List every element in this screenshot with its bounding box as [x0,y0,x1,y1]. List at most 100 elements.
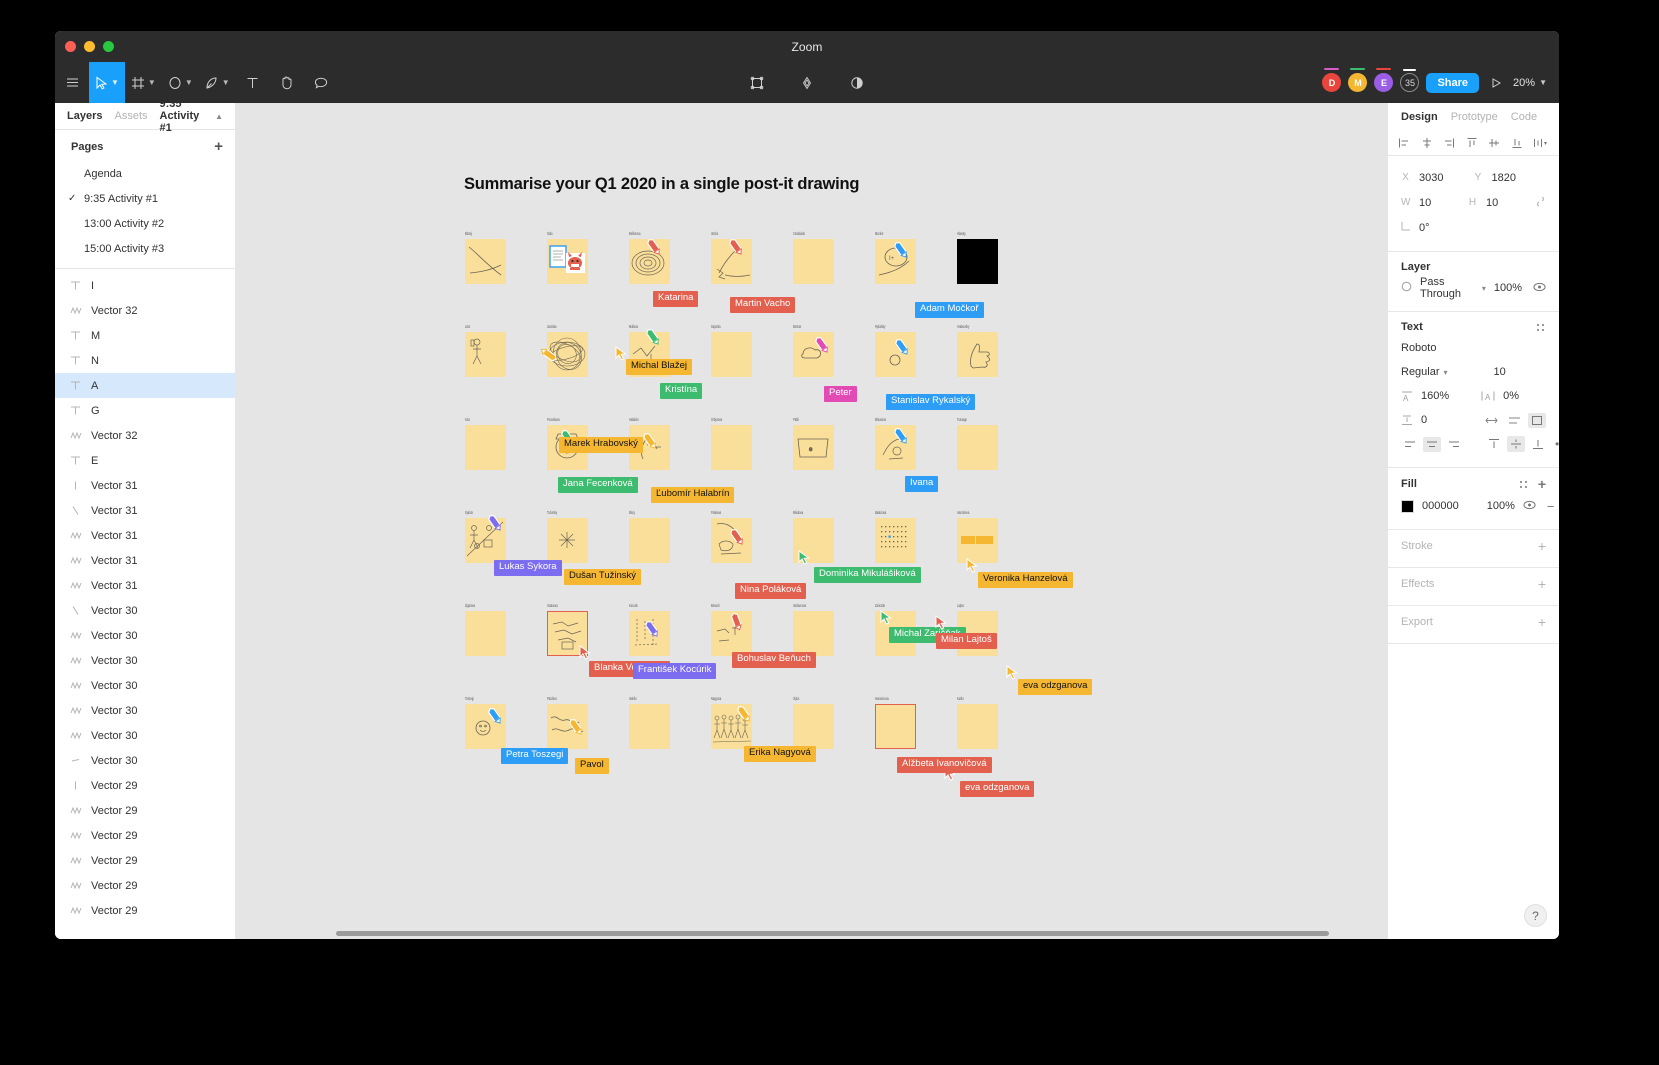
layer-item[interactable]: Vector 29 [55,823,235,848]
sticky-note[interactable] [629,704,670,749]
tab-layers[interactable]: Layers [67,110,102,122]
sticky-note[interactable] [465,332,506,377]
layer-item[interactable]: Vector 29 [55,848,235,873]
current-page-chip[interactable]: 9:35 Activity #1 ▲ [160,98,224,134]
layer-item[interactable]: Vector 29 [55,798,235,823]
help-button[interactable]: ? [1524,904,1547,927]
layer-opacity-value[interactable]: 100% [1494,282,1522,294]
eye-icon[interactable] [1533,282,1546,295]
comment-tool-button[interactable] [304,62,338,103]
fill-style-icon[interactable] [1518,479,1529,490]
layer-item[interactable]: Vector 32 [55,423,235,448]
remove-fill-icon[interactable]: − [1547,500,1555,513]
layer-item[interactable]: G [55,398,235,423]
layer-item[interactable]: Vector 31 [55,548,235,573]
layer-item[interactable]: Vector 29 [55,873,235,898]
fill-color-swatch[interactable] [1401,499,1414,513]
plugins-tool-button[interactable] [790,62,824,103]
page-item-activity-3[interactable]: 15:00 Activity #3 [55,236,235,261]
layer-item[interactable]: Vector 31 [55,523,235,548]
sticky-note[interactable] [547,518,588,563]
distribute-icon[interactable]: ▾ [1533,137,1549,149]
layer-item[interactable]: Vector 32 [55,298,235,323]
add-page-icon[interactable]: + [214,139,223,154]
mask-tool-button[interactable] [840,62,874,103]
sticky-note[interactable]: e [793,425,834,470]
layer-item[interactable]: Vector 30 [55,673,235,698]
frame-tool-button[interactable]: ▼ [125,62,162,103]
add-export-icon[interactable]: + [1538,615,1546,629]
fixed-size-icon[interactable] [1528,412,1546,428]
line-height-value[interactable]: 160% [1421,390,1449,402]
x-field[interactable]: X 3030 [1401,172,1474,184]
align-left-icon[interactable] [1398,137,1410,149]
canvas-viewport[interactable]: Summarise your Q1 2020 in a single post-… [236,103,1387,939]
layer-item[interactable]: M [55,323,235,348]
sticky-note[interactable] [793,704,834,749]
sticky-note[interactable] [711,518,752,563]
auto-width-icon[interactable] [1482,413,1501,428]
fill-opacity-value[interactable]: 100% [1487,500,1515,512]
collaborator-avatar[interactable]: M [1348,68,1368,92]
layer-item[interactable]: Vector 30 [55,598,235,623]
zoom-level-dropdown[interactable]: 20% ▼ [1513,77,1549,89]
text-align-center-icon[interactable] [1423,436,1441,452]
tab-assets[interactable]: Assets [114,110,147,122]
add-effect-icon[interactable]: + [1538,577,1546,591]
layer-item[interactable]: Vector 30 [55,748,235,773]
blend-mode-dropdown[interactable]: Pass Through ▾ [1420,276,1486,300]
sticky-note[interactable] [711,425,752,470]
layer-item[interactable]: Vector 30 [55,698,235,723]
layer-item[interactable]: Vector 29 [55,898,235,923]
fill-color-hex[interactable]: 000000 [1422,500,1459,512]
sticky-note[interactable] [465,611,506,656]
text-valign-bottom-icon[interactable] [1529,436,1547,452]
tab-prototype[interactable]: Prototype [1451,111,1498,123]
text-settings-icon[interactable] [1535,322,1546,333]
page-item-agenda[interactable]: Agenda [55,161,235,186]
text-align-right-icon[interactable] [1445,437,1463,452]
align-horizontal-center-icon[interactable] [1421,137,1433,149]
sticky-note[interactable] [629,518,670,563]
y-field[interactable]: Y 1820 [1474,172,1547,184]
align-bottom-icon[interactable] [1511,137,1523,149]
width-field[interactable]: W 10 [1401,197,1468,209]
constrain-proportions-icon[interactable] [1535,195,1546,211]
page-item-activity-2[interactable]: 13:00 Activity #2 [55,211,235,236]
layer-item[interactable]: Vector 30 [55,648,235,673]
layer-item[interactable]: N [55,348,235,373]
align-right-icon[interactable] [1443,137,1455,149]
font-size-value[interactable]: 10 [1494,366,1506,378]
layer-item[interactable]: Vector 31 [55,498,235,523]
sticky-note[interactable] [875,704,916,749]
canvas-horizontal-scrollbar[interactable] [336,931,1381,936]
sticky-note[interactable] [793,611,834,656]
sticky-note[interactable] [957,704,998,749]
move-tool-button[interactable]: ▼ [89,62,125,103]
sticky-note[interactable] [957,425,998,470]
letter-spacing-value[interactable]: 0% [1503,390,1519,402]
rotation-field[interactable]: 0° [1401,221,1474,234]
hamburger-menu-button[interactable] [55,62,89,103]
auto-height-icon[interactable] [1505,413,1524,428]
align-top-icon[interactable] [1466,137,1478,149]
present-button[interactable] [1486,77,1506,89]
sticky-note[interactable] [957,518,998,563]
layer-item[interactable]: Vector 30 [55,623,235,648]
scrollbar-thumb[interactable] [336,931,1329,936]
maximize-window-button[interactable] [103,41,114,52]
collaborator-avatar[interactable]: D [1322,68,1342,92]
sticky-note[interactable] [875,518,916,563]
sticky-note[interactable] [793,239,834,284]
sticky-note[interactable] [465,425,506,470]
more-options-icon[interactable]: ••• [1555,438,1559,450]
align-vertical-center-icon[interactable] [1488,137,1500,149]
text-align-left-icon[interactable] [1401,437,1419,452]
share-button[interactable]: Share [1426,72,1480,93]
tab-design[interactable]: Design [1401,111,1438,123]
layer-item[interactable]: I [55,273,235,298]
pen-tool-button[interactable]: ▼ [199,62,236,103]
sticky-note[interactable] [957,332,998,377]
add-stroke-icon[interactable]: + [1538,539,1546,553]
font-family-row[interactable]: Roboto [1401,336,1546,360]
